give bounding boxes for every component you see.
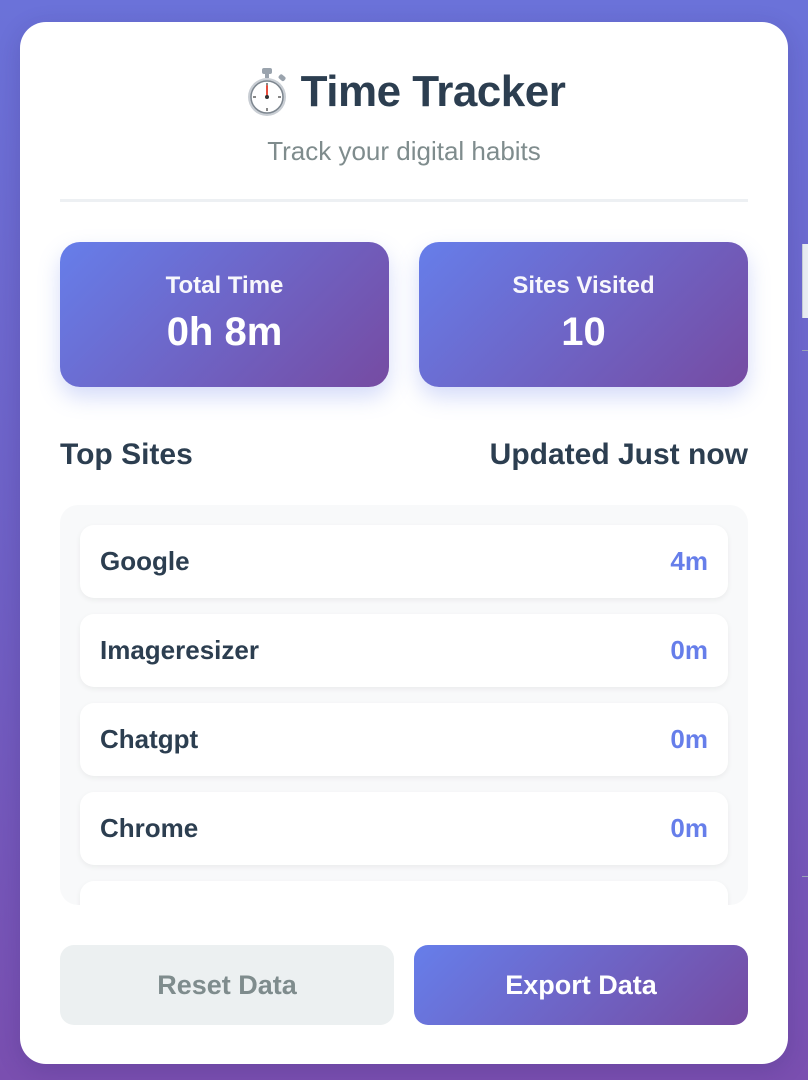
background-divider xyxy=(802,350,808,351)
list-item: Chrome 0m xyxy=(80,792,728,865)
site-name: Google xyxy=(100,546,190,576)
site-time: 0m xyxy=(670,635,708,665)
total-time-label: Total Time xyxy=(165,272,284,299)
header: Time Tracker Track your digital habits xyxy=(60,22,748,202)
sites-visited-value: 10 xyxy=(561,310,606,354)
sites-visited-label: Sites Visited xyxy=(512,272,655,299)
background-divider xyxy=(802,876,808,877)
site-name: Chatgpt xyxy=(100,724,199,754)
title-row: Time Tracker xyxy=(60,66,748,118)
updated-status: Updated Just now xyxy=(489,438,748,471)
reset-data-button[interactable]: Reset Data xyxy=(60,945,394,1025)
list-item: Google 4m xyxy=(80,525,728,598)
sites-visited-card: Sites Visited 10 xyxy=(419,242,748,387)
list-item: Chatgpt 0m xyxy=(80,703,728,776)
app-title: Time Tracker xyxy=(300,67,566,116)
time-tracker-popup: Time Tracker Track your digital habits T… xyxy=(20,22,788,1064)
site-time: 4m xyxy=(670,546,708,576)
stopwatch-icon xyxy=(243,66,291,118)
site-name: Imageresizer xyxy=(100,635,259,665)
site-time: 0m xyxy=(670,813,708,843)
top-sites-list[interactable]: Google 4m Imageresizer 0m Chatgpt 0m Chr… xyxy=(60,505,748,905)
top-sites-title: Top Sites xyxy=(60,438,193,471)
total-time-value: 0h 8m xyxy=(166,310,283,354)
export-data-button[interactable]: Export Data xyxy=(414,945,748,1025)
app-subtitle: Track your digital habits xyxy=(267,136,541,166)
list-item: Imageresizer 0m xyxy=(80,614,728,687)
list-item xyxy=(80,881,728,905)
total-time-card: Total Time 0h 8m xyxy=(60,242,389,387)
background-window-edge xyxy=(802,244,808,318)
site-time: 0m xyxy=(670,724,708,754)
site-name: Chrome xyxy=(100,813,199,843)
